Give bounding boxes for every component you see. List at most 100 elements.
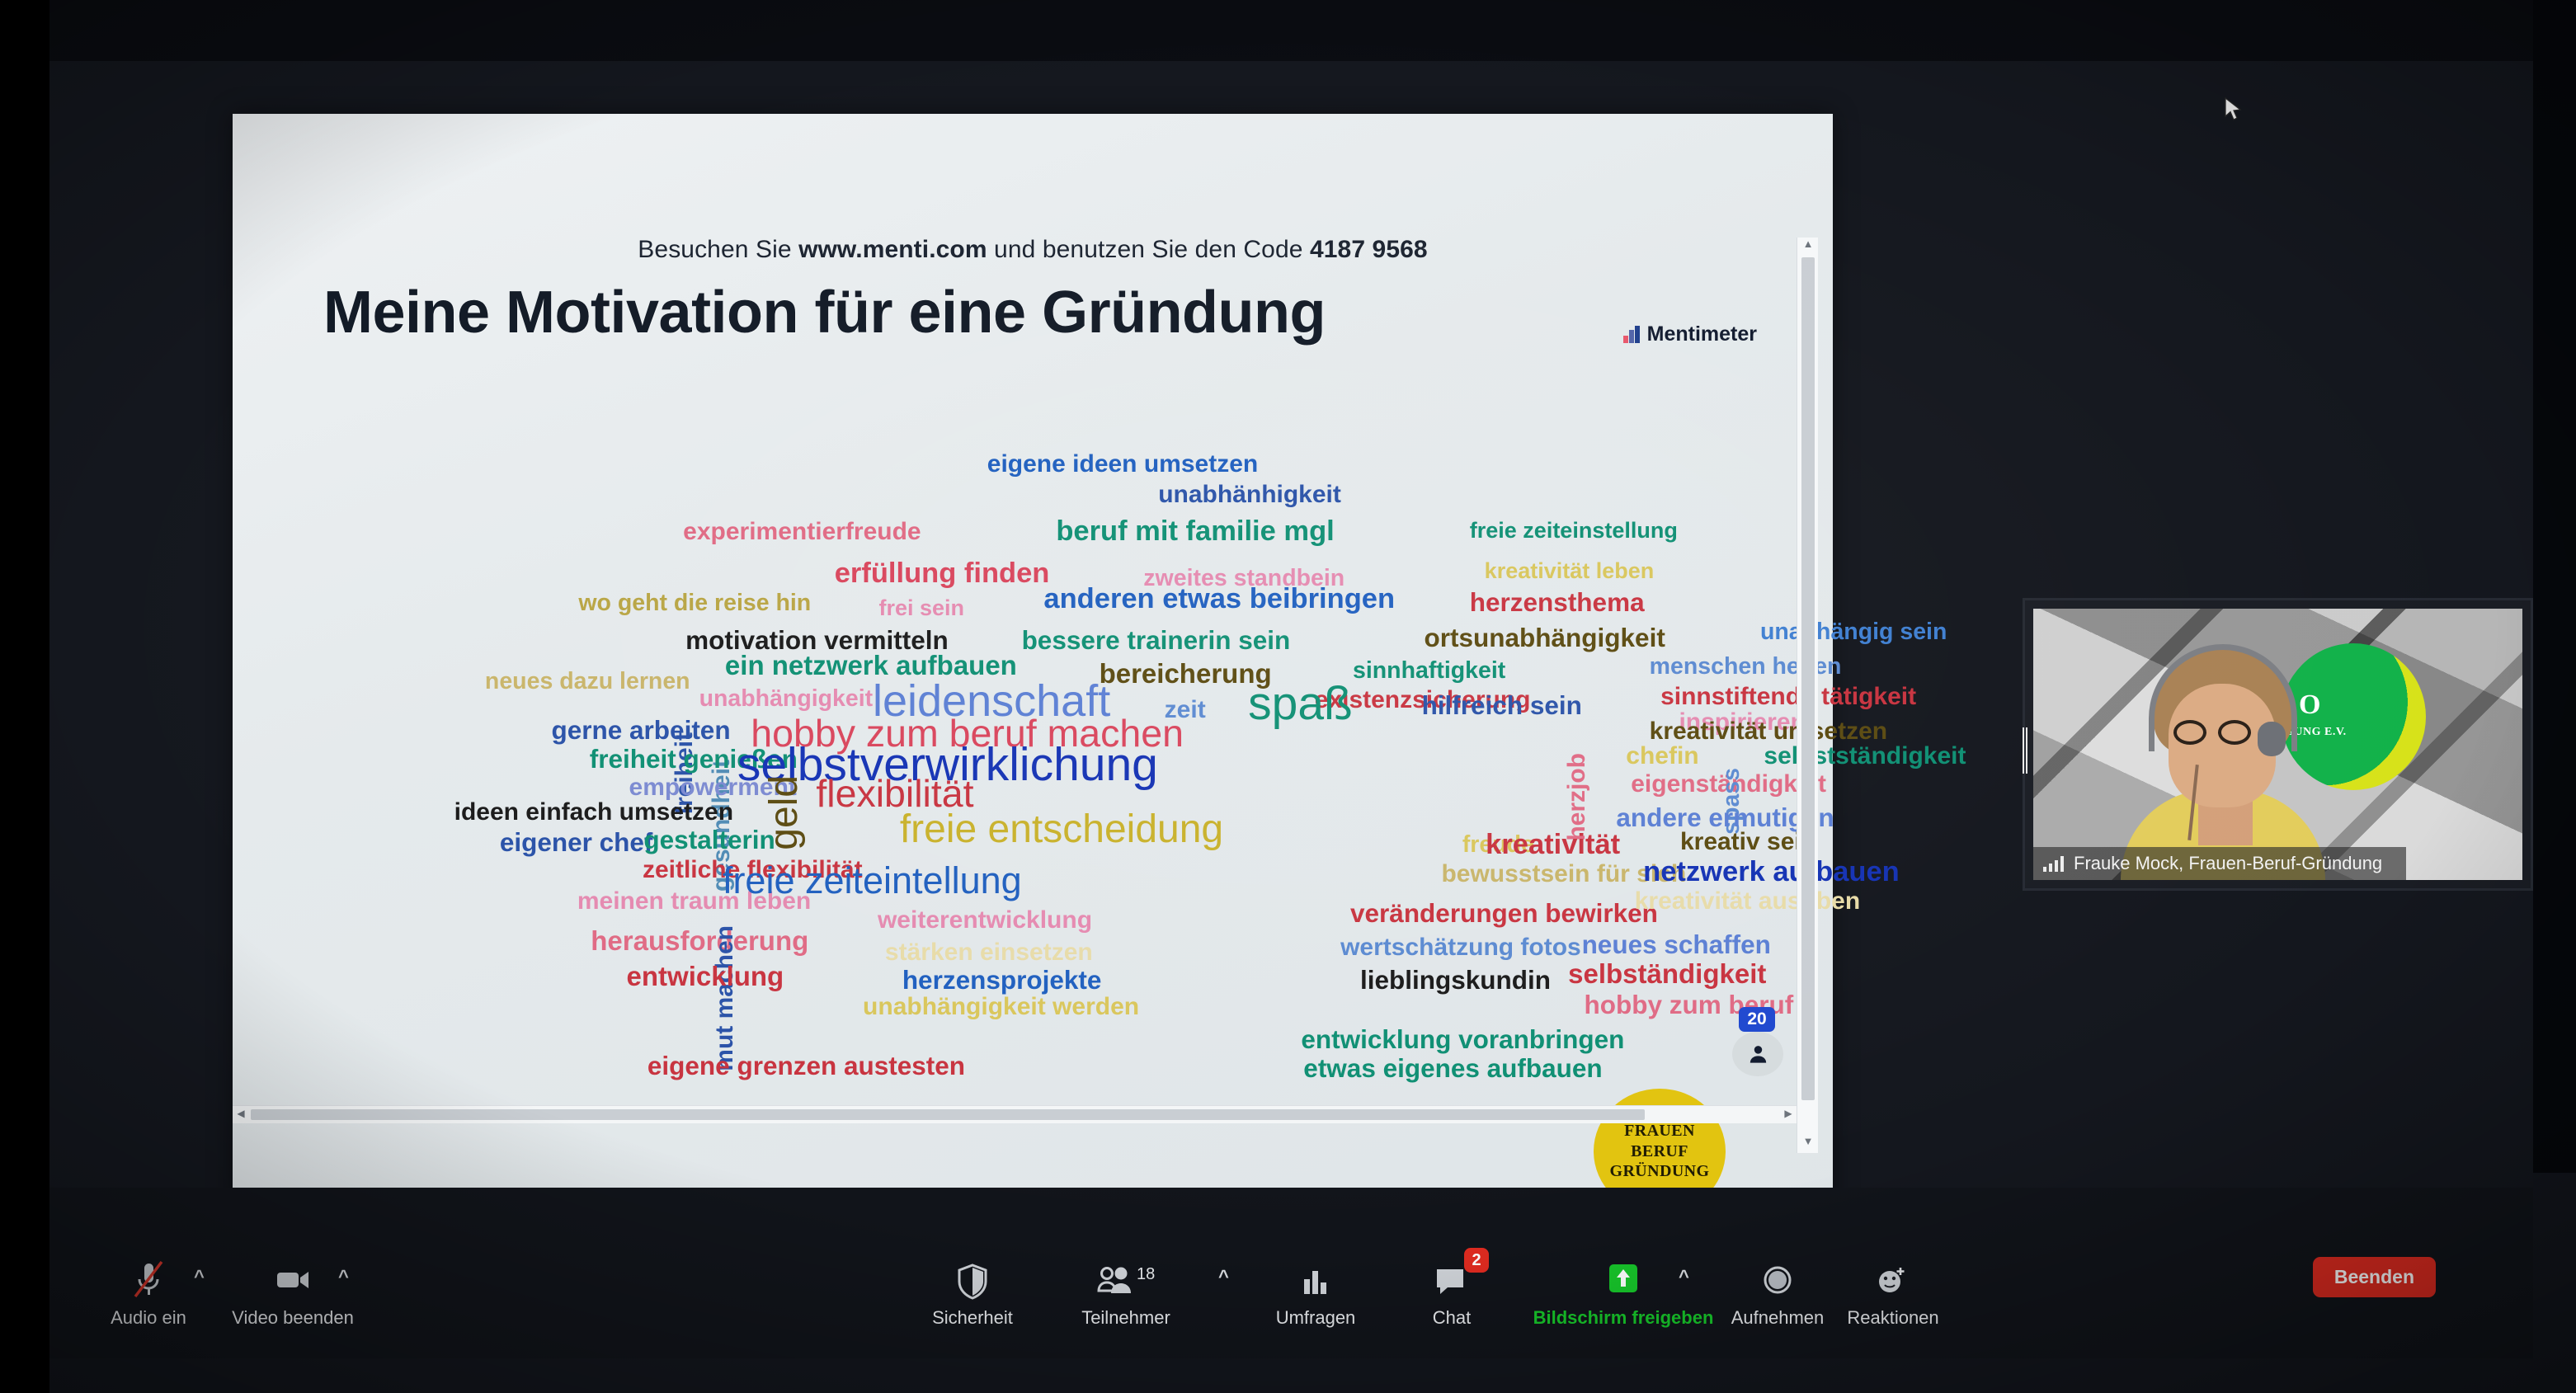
chat-button-label: Chat [1432, 1307, 1472, 1328]
horizontal-scrollbar-thumb[interactable] [251, 1109, 1645, 1120]
participants-button-label: Teilnehmer [1081, 1307, 1170, 1328]
word-cloud-word: kreativität [1486, 829, 1621, 861]
microphone-muted-icon [130, 1258, 167, 1301]
word-cloud-word: spaß [1248, 677, 1353, 731]
speaker-figure [2112, 641, 2333, 880]
word-cloud-word: selbständigkeit [1568, 958, 1767, 990]
record-circle-icon [1759, 1258, 1796, 1301]
word-cloud-word: unabhängig sein [1759, 619, 1947, 646]
word-cloud-word: etwas eigenes aufbauen [1303, 1053, 1603, 1084]
word-cloud-word: freie zeiteinstellung [1469, 518, 1678, 544]
zoom-control-bar: Audio ein ^ Video beenden ^ Sicherheit 1… [49, 1188, 2533, 1358]
video-button-label: Video beenden [232, 1307, 354, 1328]
word-cloud-word: gestalterin [643, 824, 775, 854]
camera-icon [272, 1258, 313, 1301]
monitor-photo: Besuchen Sie www.menti.com und benutzen … [0, 0, 2576, 1393]
vertical-scrollbar-thumb[interactable] [1801, 257, 1815, 1100]
audio-options-caret-icon[interactable]: ^ [194, 1266, 205, 1287]
poll-bars-icon [1297, 1258, 1334, 1301]
word-cloud-word: lieblingskundin [1359, 964, 1551, 995]
word-cloud-word: mut machen [711, 925, 738, 1071]
record-button-label: Aufnehmen [1731, 1307, 1825, 1328]
word-cloud-word: freie zeiteintellung [722, 859, 1022, 901]
logo-line-1: FRAUEN [1624, 1122, 1695, 1141]
video-feed: O GUNG E.V. [2033, 609, 2522, 880]
scroll-up-arrow-icon[interactable]: ▲ [1797, 238, 1819, 256]
audio-button-label: Audio ein [111, 1307, 186, 1328]
participants-options-caret-icon[interactable]: ^ [1218, 1266, 1229, 1287]
logo-line-2: BERUF [1631, 1141, 1688, 1160]
word-cloud-word: ortsunabhängigkeit [1424, 623, 1665, 653]
svg-text:18: 18 [1137, 1265, 1155, 1283]
scroll-down-arrow-icon[interactable]: ▼ [1797, 1135, 1819, 1153]
person-icon [1750, 1045, 1766, 1063]
word-cloud-word: hilfreich sein [1421, 690, 1582, 721]
reactions-smiley-icon [1873, 1258, 1913, 1301]
word-cloud-word: experimentierfreude [683, 518, 921, 546]
end-meeting-button[interactable]: Beenden [2312, 1257, 2436, 1297]
word-cloud-word: herzensthema [1469, 587, 1645, 618]
word-cloud-word: herausforderung [591, 925, 809, 956]
word-cloud-word: erfüllung finden [834, 557, 1050, 589]
word-cloud-word: sinnstiftende tätigkeit [1660, 682, 1917, 710]
word-cloud-word: kreativität ausüben [1634, 887, 1861, 915]
word-cloud-word: neues dazu lernen [484, 668, 690, 695]
word-cloud-word: stärken einsetzen [884, 939, 1093, 967]
logo-line-3: GRÜNDUNG [1609, 1162, 1710, 1181]
word-cloud-word: sinnhaftigkeit [1353, 656, 1506, 684]
zoom-meeting-stage: Besuchen Sie www.menti.com und benutzen … [49, 61, 2533, 1307]
scroll-right-arrow-icon[interactable]: ▶ [1780, 1108, 1797, 1119]
chat-unread-badge: 2 [1464, 1248, 1489, 1273]
participant-name: Frauke Mock, Frauen-Beruf-Gründung [2074, 853, 2383, 873]
word-cloud-word: kreativität umsetzen [1649, 717, 1888, 745]
reactions-button[interactable]: Reaktionen [1827, 1258, 1959, 1329]
word-cloud-word: gerne arbeiten [551, 715, 731, 746]
signal-strength-icon [2043, 855, 2064, 872]
word-cloud-word: herzjob [1562, 753, 1590, 842]
word-cloud-word: unabhängigkeit [699, 685, 874, 712]
shared-screen-window: Besuchen Sie www.menti.com und benutzen … [233, 114, 1966, 1245]
participants-button[interactable]: 18 Teilnehmer [1060, 1258, 1192, 1329]
video-options-caret-icon[interactable]: ^ [338, 1266, 349, 1287]
word-cloud-word: ideen einfach umsetzen [454, 798, 734, 826]
response-count-badge: 20 [1739, 1007, 1775, 1032]
word-cloud-word: wo geht die reise hin [578, 589, 812, 616]
share-screen-button[interactable]: Bildschirm freigeben [1516, 1258, 1731, 1329]
vertical-scrollbar[interactable]: ▲ ▼ [1797, 238, 1818, 1153]
bezel-right [2533, 0, 2576, 1173]
word-cloud-word: unabhängigkeit werden [863, 992, 1140, 1020]
word-cloud: eigene ideen umsetzen unabhänhigkeit exper… [233, 114, 1966, 1245]
mouse-cursor-icon [2225, 97, 2242, 120]
word-cloud-word: unabhänhigkeit [1158, 481, 1341, 509]
word-cloud-word: entwicklung voranbringen [1301, 1024, 1625, 1054]
word-cloud-word: eigener chef [499, 826, 653, 857]
chat-bubble-icon: 2 [1433, 1248, 1489, 1301]
word-cloud-word: eigene ideen umsetzen [987, 450, 1259, 478]
record-button[interactable]: Aufnehmen [1712, 1258, 1844, 1329]
bezel-top [0, 0, 2576, 61]
video-drag-handle[interactable] [2023, 727, 2028, 774]
word-cloud-word: bereicherung [1099, 658, 1272, 689]
participant-video-tile[interactable]: O GUNG E.V. Frauke Mock, Frauen-Beruf-Gr… [2023, 598, 2533, 891]
word-cloud-word: chefin [1626, 741, 1699, 769]
word-cloud-word: freie entscheidung [899, 807, 1224, 852]
share-screen-arrow-icon [1603, 1258, 1644, 1301]
horizontal-scrollbar[interactable]: ◀ ▶ [233, 1105, 1797, 1123]
word-cloud-word: kreativität leben [1484, 558, 1655, 584]
word-cloud-word: frei sein [878, 595, 964, 621]
word-cloud-word: herzensprojekte [902, 964, 1102, 995]
bezel-left [0, 0, 49, 1393]
participants-icon: 18 [1095, 1258, 1156, 1301]
chat-button[interactable]: 2 Chat [1386, 1248, 1518, 1329]
word-cloud-word: anderen etwas beibringen [1043, 583, 1396, 615]
video-name-label: Frauke Mock, Frauen-Beruf-Gründung [2033, 847, 2406, 880]
share-options-caret-icon[interactable]: ^ [1679, 1266, 1689, 1287]
security-button[interactable]: Sicherheit [907, 1258, 1038, 1329]
word-cloud-word: neues schaffen [1581, 929, 1771, 959]
word-cloud-word: weiterentwicklung [877, 906, 1093, 934]
word-cloud-word: bessere trainerin sein [1021, 625, 1291, 656]
polls-button[interactable]: Umfragen [1250, 1258, 1382, 1329]
security-button-label: Sicherheit [932, 1307, 1013, 1328]
scroll-left-arrow-icon[interactable]: ◀ [233, 1108, 249, 1119]
polls-button-label: Umfragen [1275, 1307, 1356, 1328]
